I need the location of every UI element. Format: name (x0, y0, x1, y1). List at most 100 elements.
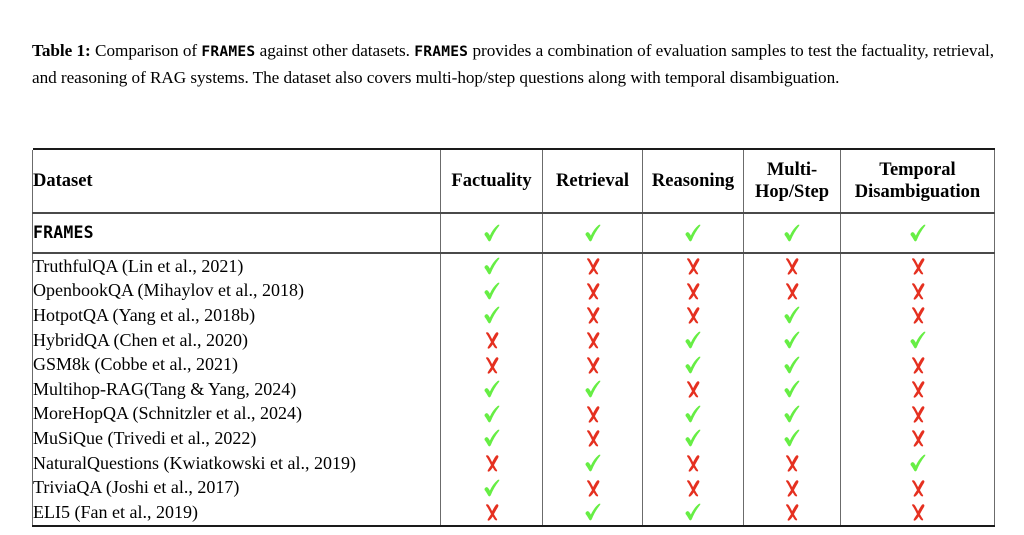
mark-cell-factuality (440, 475, 543, 500)
mark-cell-reasoning (642, 376, 744, 402)
mark-cell-multihop (743, 450, 841, 476)
cross-icon (683, 281, 703, 301)
cross-icon (908, 428, 928, 448)
cross-icon (583, 305, 603, 325)
check-icon (782, 355, 802, 375)
cross-icon (482, 453, 502, 473)
caption-text-1: Comparison of (90, 41, 202, 60)
cross-icon (782, 453, 802, 473)
check-icon (782, 379, 802, 399)
table-row: TruthfulQA (Lin et al., 2021) (32, 254, 995, 279)
check-icon (583, 502, 603, 522)
cross-icon (583, 330, 603, 350)
dataset-name-cell: MuSiQue (Trivedi et al., 2022) (32, 426, 441, 451)
cross-icon (908, 502, 928, 522)
column-header-retrieval: Retrieval (542, 150, 643, 213)
mark-cell-multihop (743, 254, 841, 279)
mark-cell-retrieval (542, 499, 643, 526)
mark-cell-temporal (840, 426, 995, 451)
check-icon (908, 453, 928, 473)
mark-cell-temporal (840, 278, 995, 304)
mark-cell-reasoning (642, 499, 744, 526)
mark-cell-factuality (440, 376, 543, 402)
mark-cell-reasoning (642, 254, 744, 279)
mark-cell-retrieval (542, 278, 643, 304)
cross-icon (583, 256, 603, 276)
comparison-table: Dataset Factuality Retrieval Reasoning M… (32, 148, 995, 528)
check-icon (482, 281, 502, 301)
cross-icon (683, 478, 703, 498)
mark-cell-temporal (840, 475, 995, 500)
table-row: HotpotQA (Yang et al., 2018b) (32, 303, 995, 328)
frames-mark-retrieval (542, 214, 643, 253)
cross-icon (583, 428, 603, 448)
mark-cell-factuality (440, 426, 543, 451)
dataset-name-cell: OpenbookQA (Mihaylov et al., 2018) (32, 278, 441, 304)
mark-cell-retrieval (542, 426, 643, 451)
mark-cell-reasoning (642, 278, 744, 304)
mark-cell-temporal (840, 401, 995, 427)
table-caption: Table 1: Comparison of FRAMES against ot… (32, 38, 994, 90)
table-row: ELI5 (Fan et al., 2019) (32, 499, 995, 526)
mark-cell-temporal (840, 254, 995, 279)
mark-cell-multihop (743, 499, 841, 526)
column-header-multihop: Multi- Hop/Step (743, 150, 841, 213)
mark-cell-multihop (743, 327, 841, 353)
mark-cell-factuality (440, 327, 543, 353)
frames-mark-multihop (743, 214, 841, 253)
mark-cell-factuality (440, 352, 543, 377)
column-header-factuality: Factuality (440, 150, 543, 213)
cross-icon (482, 355, 502, 375)
mark-cell-temporal (840, 327, 995, 353)
cross-icon (482, 502, 502, 522)
cross-icon (908, 478, 928, 498)
cross-icon (482, 330, 502, 350)
mark-cell-retrieval (542, 450, 643, 476)
mark-cell-retrieval (542, 401, 643, 427)
cross-icon (908, 256, 928, 276)
column-header-temporal-line1: Temporal (879, 160, 956, 180)
dataset-name-cell: ELI5 (Fan et al., 2019) (32, 499, 441, 526)
check-icon (482, 478, 502, 498)
mark-cell-multihop (743, 352, 841, 377)
dataset-name-cell: NaturalQuestions (Kwiatkowski et al., 20… (32, 450, 441, 476)
column-header-multihop-line1: Multi- (766, 160, 818, 180)
cross-icon (782, 256, 802, 276)
mark-cell-reasoning (642, 426, 744, 451)
mark-cell-retrieval (542, 475, 643, 500)
check-icon (482, 223, 502, 243)
table-bottom-rule (32, 524, 995, 528)
check-icon (683, 223, 703, 243)
caption-text-2: against other datasets. (255, 41, 415, 60)
cross-icon (908, 281, 928, 301)
mark-cell-multihop (743, 426, 841, 451)
mark-cell-temporal (840, 450, 995, 476)
check-icon (482, 404, 502, 424)
check-icon (782, 305, 802, 325)
mark-cell-multihop (743, 376, 841, 402)
column-header-temporal-line2: Disambiguation (854, 182, 981, 202)
cross-icon (683, 256, 703, 276)
check-icon (683, 502, 703, 522)
mark-cell-temporal (840, 499, 995, 526)
check-icon (482, 256, 502, 276)
mark-cell-factuality (440, 254, 543, 279)
column-header-multihop-line2: Hop/Step (754, 182, 830, 202)
cross-icon (782, 281, 802, 301)
mark-cell-multihop (743, 401, 841, 427)
dataset-name-cell: GSM8k (Cobbe et al., 2021) (32, 352, 441, 377)
mark-cell-factuality (440, 499, 543, 526)
check-icon (782, 428, 802, 448)
column-header-dataset: Dataset (32, 150, 441, 213)
check-icon (683, 330, 703, 350)
caption-frames-mono-1: FRAMES (201, 43, 256, 60)
mark-cell-temporal (840, 303, 995, 328)
cross-icon (908, 355, 928, 375)
mark-cell-reasoning (642, 475, 744, 500)
frames-mark-factuality (440, 214, 543, 253)
mark-cell-retrieval (542, 254, 643, 279)
mark-cell-retrieval (542, 327, 643, 353)
table-row: NaturalQuestions (Kwiatkowski et al., 20… (32, 450, 995, 476)
cross-icon (908, 404, 928, 424)
table-header-row: Dataset Factuality Retrieval Reasoning M… (32, 150, 995, 213)
